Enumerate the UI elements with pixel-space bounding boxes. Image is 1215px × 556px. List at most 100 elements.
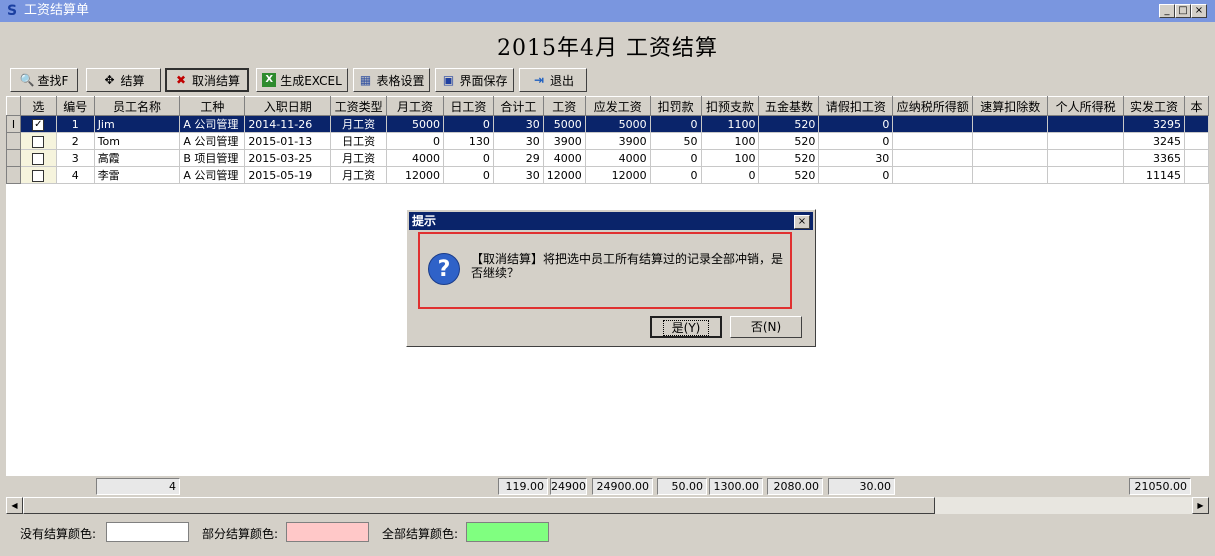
table-cell[interactable]: 520: [758, 166, 820, 184]
table-cell[interactable]: 0: [442, 115, 494, 133]
minimize-button[interactable]: _: [1159, 4, 1175, 18]
table-cell[interactable]: 李雷: [93, 166, 181, 184]
cancel-settle-button[interactable]: ✖ 取消结算: [165, 68, 249, 92]
col-header[interactable]: 入职日期: [244, 96, 332, 116]
col-header[interactable]: 员工名称: [93, 96, 181, 116]
table-cell[interactable]: 2015-05-19: [244, 166, 332, 184]
table-cell[interactable]: [1183, 132, 1209, 150]
table-cell[interactable]: 3: [55, 149, 95, 167]
table-cell[interactable]: A 公司管理: [179, 115, 246, 133]
table-cell[interactable]: Tom: [93, 132, 181, 150]
row-indicator[interactable]: I: [6, 115, 21, 133]
table-cell[interactable]: [1047, 149, 1125, 167]
table-cell[interactable]: 4000: [584, 149, 651, 167]
table-cell[interactable]: 3295: [1123, 115, 1185, 133]
table-cell[interactable]: 3900: [542, 132, 586, 150]
legend-partial-swatch[interactable]: [286, 522, 369, 542]
table-cell[interactable]: 520: [758, 115, 820, 133]
settle-button[interactable]: ✥ 结算: [86, 68, 161, 92]
table-cell[interactable]: 1: [55, 115, 95, 133]
table-cell[interactable]: 30: [492, 115, 544, 133]
table-cell[interactable]: [1183, 166, 1209, 184]
table-cell[interactable]: 0: [818, 115, 894, 133]
col-header[interactable]: 速算扣除数: [972, 96, 1049, 116]
col-header[interactable]: 工资类型: [330, 96, 388, 116]
col-header[interactable]: 实发工资: [1123, 96, 1185, 116]
col-header[interactable]: 请假扣工资: [818, 96, 894, 116]
table-cell[interactable]: [972, 166, 1049, 184]
export-excel-button[interactable]: X 生成EXCEL: [256, 68, 348, 92]
table-cell[interactable]: 0: [649, 115, 702, 133]
table-cell[interactable]: 100: [700, 149, 760, 167]
col-header[interactable]: 应纳税所得额: [892, 96, 974, 116]
table-cell[interactable]: 0: [818, 132, 894, 150]
row-select-cell[interactable]: [19, 149, 57, 167]
table-cell[interactable]: 4000: [386, 149, 444, 167]
table-row[interactable]: I ✓ 1 Jim A 公司管理 2014-11-26 月工资 5000 0 30 5000 5000…: [6, 115, 1209, 133]
table-cell[interactable]: 5000: [584, 115, 651, 133]
dialog-title-bar[interactable]: 提示 ×: [409, 212, 813, 230]
row-select-cell[interactable]: [19, 132, 57, 150]
table-cell[interactable]: [1183, 149, 1209, 167]
table-row[interactable]: 4 李雷 A 公司管理 2015-05-19 月工资 12000 0 30 12000 12000…: [6, 166, 1209, 184]
table-cell[interactable]: 日工资: [330, 132, 388, 150]
table-row[interactable]: 3 高霞 B 项目管理 2015-03-25 月工资 4000 0 29 4000 4000 0 10…: [6, 149, 1209, 167]
table-cell[interactable]: 2: [55, 132, 95, 150]
table-cell[interactable]: B 项目管理: [179, 149, 246, 167]
col-header[interactable]: 工种: [179, 96, 246, 116]
no-button[interactable]: 否(N): [730, 316, 802, 338]
table-settings-button[interactable]: ▦ 表格设置: [353, 68, 430, 92]
col-header[interactable]: 合计工: [492, 96, 544, 116]
table-cell[interactable]: 5000: [542, 115, 586, 133]
table-cell[interactable]: 2014-11-26: [244, 115, 332, 133]
find-button[interactable]: 🔍 查找F: [10, 68, 78, 92]
table-cell[interactable]: 12000: [386, 166, 444, 184]
col-header[interactable]: 工资: [542, 96, 586, 116]
col-header[interactable]: 编号: [55, 96, 95, 116]
table-cell[interactable]: 2015-01-13: [244, 132, 332, 150]
table-cell[interactable]: [892, 132, 974, 150]
exit-button[interactable]: ⇥ 退出: [519, 68, 587, 92]
table-cell[interactable]: [972, 115, 1049, 133]
table-cell[interactable]: 30: [818, 149, 894, 167]
table-cell[interactable]: 月工资: [330, 166, 388, 184]
table-cell[interactable]: 520: [758, 132, 820, 150]
table-cell[interactable]: 1100: [700, 115, 760, 133]
table-cell[interactable]: [892, 115, 974, 133]
table-cell[interactable]: 100: [700, 132, 760, 150]
table-cell[interactable]: 4000: [542, 149, 586, 167]
table-cell[interactable]: [1047, 166, 1125, 184]
close-button[interactable]: ×: [1191, 4, 1207, 18]
table-cell[interactable]: 0: [649, 149, 702, 167]
row-select-cell[interactable]: ✓: [19, 115, 57, 133]
row-indicator[interactable]: [6, 166, 21, 184]
table-cell[interactable]: 11145: [1123, 166, 1185, 184]
table-cell[interactable]: 3365: [1123, 149, 1185, 167]
table-cell[interactable]: 520: [758, 149, 820, 167]
table-cell[interactable]: 0: [442, 149, 494, 167]
table-cell[interactable]: 月工资: [330, 115, 388, 133]
table-cell[interactable]: 0: [700, 166, 760, 184]
table-cell[interactable]: [1047, 132, 1125, 150]
col-header[interactable]: 扣预支款: [700, 96, 760, 116]
table-cell[interactable]: 30: [492, 132, 544, 150]
table-cell[interactable]: 50: [649, 132, 702, 150]
table-cell[interactable]: 2015-03-25: [244, 149, 332, 167]
col-header[interactable]: 应发工资: [584, 96, 651, 116]
table-cell[interactable]: 0: [386, 132, 444, 150]
title-bar[interactable]: S 工资结算单 _ □ ×: [0, 0, 1215, 22]
table-cell[interactable]: 5000: [386, 115, 444, 133]
table-cell[interactable]: 30: [492, 166, 544, 184]
col-header[interactable]: 本: [1183, 96, 1209, 116]
col-header[interactable]: 选: [19, 96, 57, 116]
col-header[interactable]: 五金基数: [758, 96, 820, 116]
scroll-left-icon[interactable]: ◀: [6, 497, 23, 514]
table-cell[interactable]: [972, 132, 1049, 150]
save-layout-button[interactable]: ▣ 界面保存: [435, 68, 514, 92]
row-select-cell[interactable]: [19, 166, 57, 184]
horizontal-scrollbar[interactable]: ◀ ▶: [6, 497, 1209, 514]
legend-all-swatch[interactable]: [466, 522, 549, 542]
scrollbar-thumb[interactable]: [23, 497, 935, 514]
table-cell[interactable]: 0: [818, 166, 894, 184]
table-cell[interactable]: 月工资: [330, 149, 388, 167]
